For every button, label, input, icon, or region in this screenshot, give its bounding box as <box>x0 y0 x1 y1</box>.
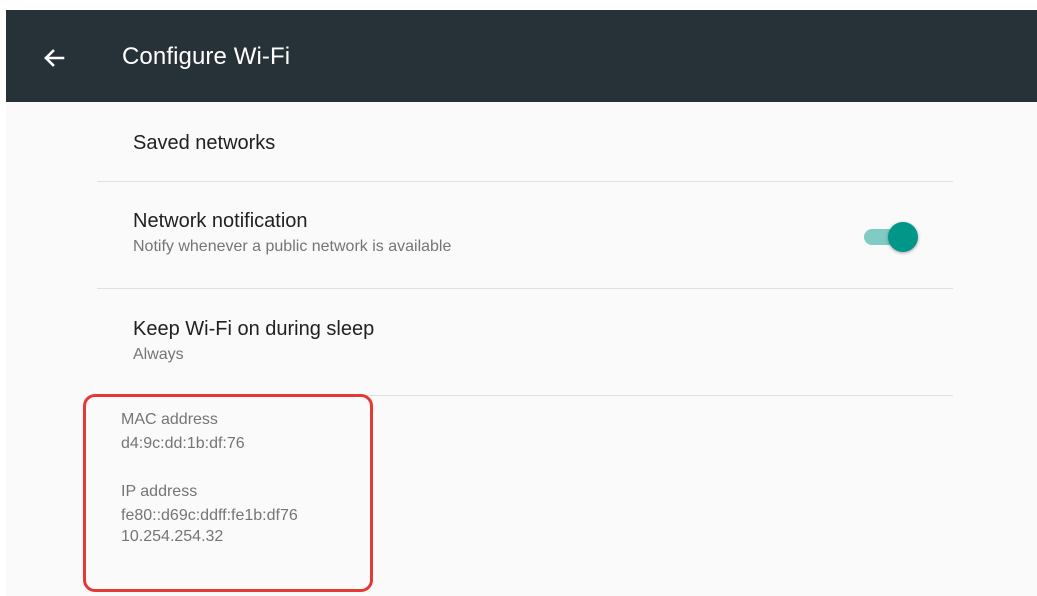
toggle-thumb <box>888 222 918 252</box>
network-notification-item[interactable]: Network notification Notify whenever a p… <box>133 208 953 258</box>
ip-address-block: IP address fe80::d69c:ddff:fe1b:df76 10.… <box>121 482 421 548</box>
network-notification-toggle[interactable] <box>864 222 918 252</box>
mac-address-value: d4:9c:dd:1b:df:76 <box>121 435 245 452</box>
mac-address-block: MAC address d4:9c:dd:1b:df:76 <box>121 410 421 454</box>
divider <box>97 395 953 396</box>
keep-wifi-on-item[interactable]: Keep Wi-Fi on during sleep Always <box>133 316 953 366</box>
back-button[interactable] <box>36 40 72 76</box>
page-title: Configure Wi-Fi <box>122 43 291 70</box>
saved-networks-item[interactable]: Saved networks <box>133 130 953 156</box>
ip-address-value-v4: 10.254.254.32 <box>121 528 224 545</box>
arrow-back-icon <box>36 40 72 76</box>
keep-wifi-on-summary: Always <box>133 346 184 363</box>
network-notification-summary: Notify whenever a public network is avai… <box>133 238 452 255</box>
network-notification-title: Network notification <box>133 210 308 232</box>
keep-wifi-on-title: Keep Wi-Fi on during sleep <box>133 318 375 340</box>
divider <box>97 288 953 289</box>
mac-address-label: MAC address <box>121 411 218 428</box>
settings-screen: Configure Wi-Fi Saved networks Network n… <box>6 10 1037 596</box>
saved-networks-title: Saved networks <box>133 132 276 154</box>
app-bar: Configure Wi-Fi <box>6 10 1037 102</box>
ip-address-value-v6: fe80::d69c:ddff:fe1b:df76 <box>121 507 298 524</box>
ip-address-label: IP address <box>121 483 198 500</box>
divider <box>97 181 953 182</box>
